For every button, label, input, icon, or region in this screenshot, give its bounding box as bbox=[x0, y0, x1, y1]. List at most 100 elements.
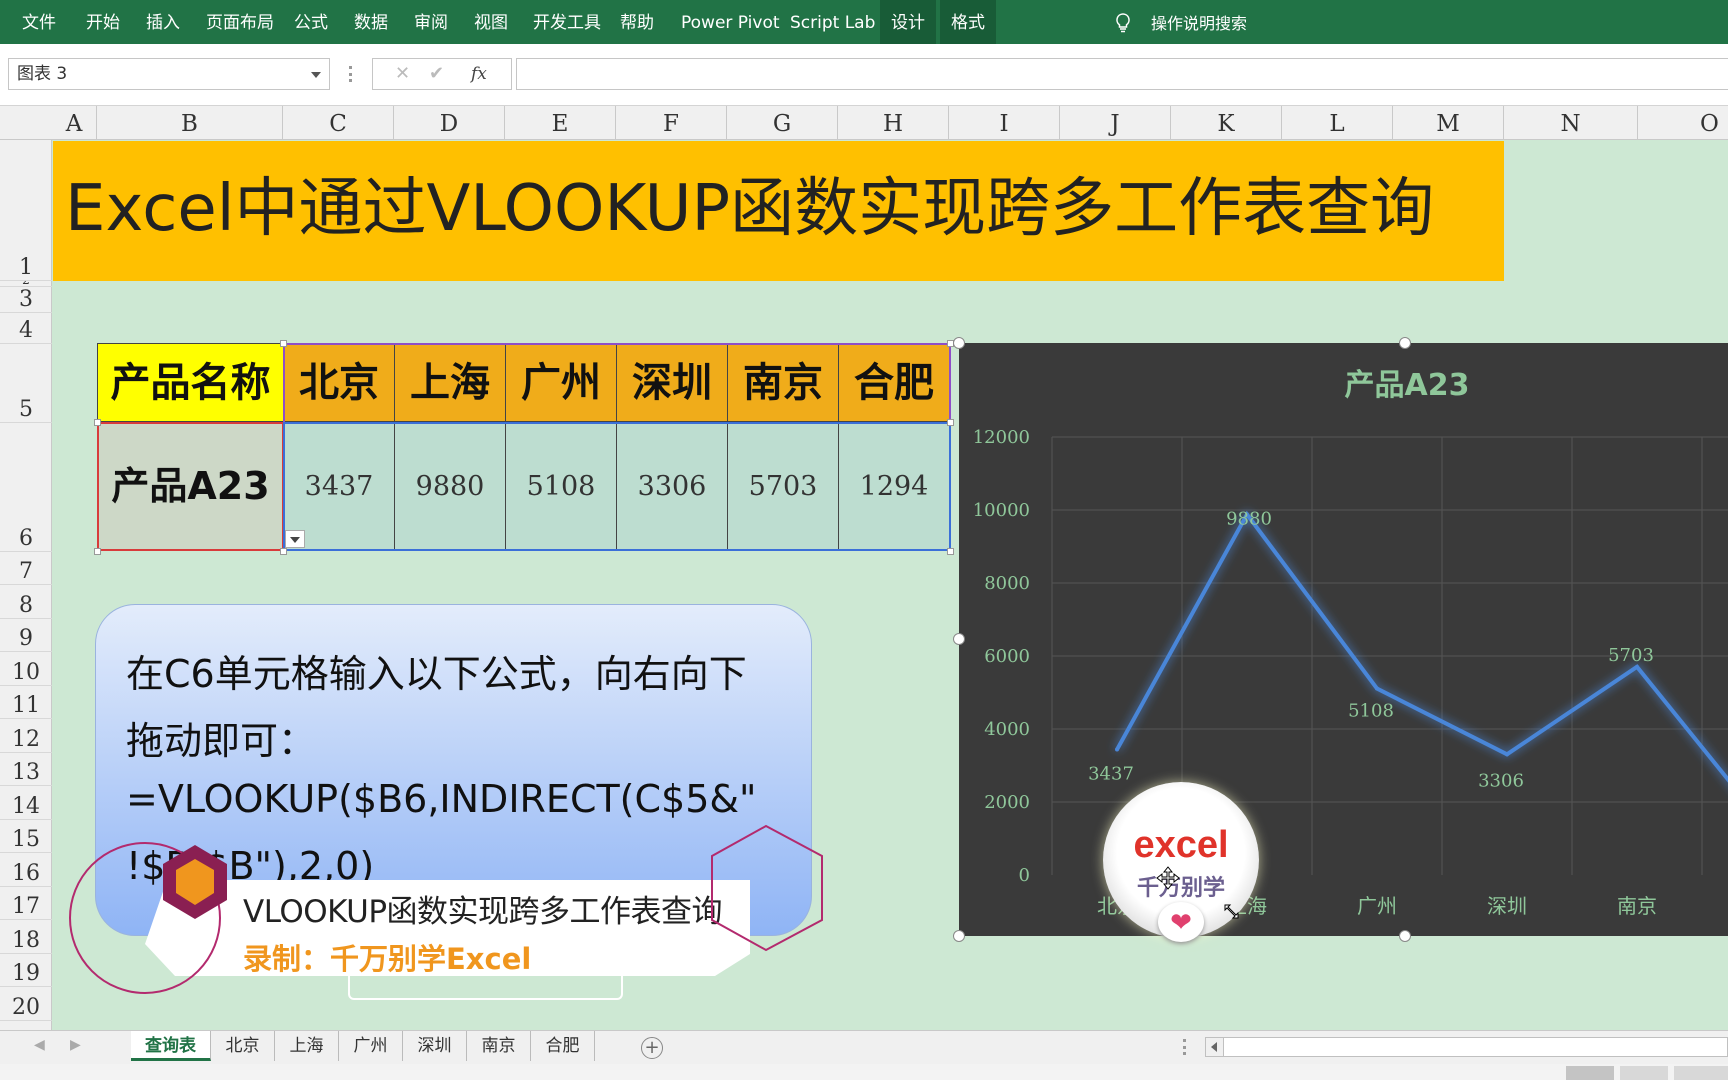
column-header-m[interactable]: M bbox=[1393, 106, 1504, 140]
insert-function-icon[interactable]: fx bbox=[471, 59, 487, 89]
row-header-11[interactable]: 11 bbox=[0, 686, 52, 719]
name-box-value: 图表 3 bbox=[17, 64, 68, 84]
formula-bar: 图表 3 ✕ ✔ fx bbox=[0, 44, 1728, 106]
sheet-tab-shenzhen[interactable]: 深圳 bbox=[403, 1031, 467, 1061]
row-header-17[interactable]: 17 bbox=[0, 887, 52, 920]
row-header-10[interactable]: 10 bbox=[0, 652, 52, 686]
tab-developer[interactable]: 开发工具 bbox=[533, 0, 601, 44]
column-header-e[interactable]: E bbox=[505, 106, 616, 140]
row-header-6[interactable]: 6 bbox=[0, 423, 52, 552]
sheet-nav-next-icon[interactable]: ▶ bbox=[70, 1037, 81, 1053]
column-header-g[interactable]: G bbox=[727, 106, 838, 140]
y-tick-label: 2000 bbox=[984, 792, 1030, 813]
sheet-tab-guangzhou[interactable]: 广州 bbox=[339, 1031, 403, 1061]
column-header-l[interactable]: L bbox=[1282, 106, 1393, 140]
chart-resize-handle[interactable] bbox=[953, 633, 965, 645]
column-header-h[interactable]: H bbox=[838, 106, 949, 140]
column-header-i[interactable]: I bbox=[949, 106, 1060, 140]
column-header-c[interactable]: C bbox=[283, 106, 394, 140]
column-header-n[interactable]: N bbox=[1504, 106, 1638, 140]
row-header-5[interactable]: 5 bbox=[0, 344, 52, 423]
chart-title: 产品A23 bbox=[1345, 368, 1470, 403]
line-chart[interactable]: 0 2000 4000 6000 8000 10000 12000 产品A23 3437 9880… bbox=[959, 343, 1728, 936]
row-header-7[interactable]: 7 bbox=[0, 552, 52, 585]
series-line bbox=[1115, 510, 1728, 783]
formula-bar-splitter[interactable] bbox=[349, 66, 352, 82]
y-tick-label: 4000 bbox=[984, 719, 1030, 740]
callout-line: 在C6单元格输入以下公式，向右向下 bbox=[126, 652, 747, 696]
row-header-4[interactable]: 4 bbox=[0, 313, 52, 344]
ribbon: 文件 开始 插入 页面布局 公式 数据 审阅 视图 开发工具 帮助 Power … bbox=[0, 0, 1728, 44]
column-header-a[interactable]: A bbox=[52, 106, 97, 140]
horizontal-scrollbar[interactable] bbox=[1205, 1037, 1728, 1057]
row-header-15[interactable]: 15 bbox=[0, 820, 52, 853]
range-handle[interactable] bbox=[947, 419, 954, 426]
sheet-nav-prev-icon[interactable]: ◀ bbox=[34, 1037, 45, 1053]
sheet-tab-beijing[interactable]: 北京 bbox=[211, 1031, 275, 1061]
row-header-1[interactable]: 1 bbox=[0, 140, 52, 281]
scroll-left-icon[interactable] bbox=[1206, 1038, 1224, 1056]
y-tick-label: 6000 bbox=[984, 646, 1030, 667]
tab-formulas[interactable]: 公式 bbox=[294, 0, 328, 44]
row-header-3[interactable]: 3 bbox=[0, 287, 52, 313]
row-header-18[interactable]: 18 bbox=[0, 920, 52, 954]
enter-icon[interactable]: ✔ bbox=[429, 59, 444, 89]
sheet-tab-shanghai[interactable]: 上海 bbox=[275, 1031, 339, 1061]
range-handle[interactable] bbox=[94, 419, 101, 426]
chevron-down-icon[interactable] bbox=[311, 72, 321, 78]
tab-split-handle[interactable] bbox=[1183, 1039, 1186, 1055]
row-headers: 1 2 3 4 5 6 7 8 9 10 11 12 13 14 15 16 1… bbox=[0, 140, 52, 1030]
tab-home[interactable]: 开始 bbox=[86, 0, 120, 44]
chart-resize-handle[interactable] bbox=[953, 337, 965, 349]
column-header-d[interactable]: D bbox=[394, 106, 505, 140]
column-header-j[interactable]: J bbox=[1060, 106, 1171, 140]
range-handle[interactable] bbox=[94, 548, 101, 555]
validation-dropdown-button[interactable] bbox=[285, 530, 305, 548]
row-header-20[interactable]: 20 bbox=[0, 987, 52, 1021]
row-header-14[interactable]: 14 bbox=[0, 786, 52, 820]
row-header-12[interactable]: 12 bbox=[0, 719, 52, 753]
formula-input[interactable] bbox=[516, 58, 1728, 90]
tab-page-layout[interactable]: 页面布局 bbox=[206, 0, 274, 44]
tab-chart-format[interactable]: 格式 bbox=[940, 0, 996, 44]
row-header-19[interactable]: 19 bbox=[0, 954, 52, 987]
row-header-13[interactable]: 13 bbox=[0, 753, 52, 786]
resize-cursor-icon bbox=[1224, 904, 1239, 919]
normal-view-button[interactable] bbox=[1566, 1066, 1614, 1080]
tab-review[interactable]: 审阅 bbox=[414, 0, 448, 44]
add-sheet-plus-icon[interactable]: + bbox=[641, 1037, 663, 1059]
row-header-8[interactable]: 8 bbox=[0, 585, 52, 619]
tab-data[interactable]: 数据 bbox=[354, 0, 388, 44]
header-cell-product-name[interactable]: 产品名称 bbox=[97, 343, 284, 422]
tab-file[interactable]: 文件 bbox=[22, 0, 56, 44]
sheet-tab-nanjing[interactable]: 南京 bbox=[467, 1031, 531, 1061]
tab-insert[interactable]: 插入 bbox=[146, 0, 180, 44]
chart-plot: 0 2000 4000 6000 8000 10000 12000 产品A23 3437 9880… bbox=[973, 368, 1728, 918]
column-header-o[interactable]: O bbox=[1638, 106, 1728, 140]
column-header-k[interactable]: K bbox=[1171, 106, 1282, 140]
title-banner-cell[interactable]: Excel中通过VLOOKUP函数实现跨多工作表查询 bbox=[53, 141, 1504, 281]
tab-power-pivot[interactable]: Power Pivot bbox=[681, 0, 780, 44]
cancel-icon[interactable]: ✕ bbox=[395, 59, 410, 89]
tab-help[interactable]: 帮助 bbox=[620, 0, 654, 44]
tab-chart-design[interactable]: 设计 bbox=[880, 0, 936, 44]
sheet-tab-query[interactable]: 查询表 bbox=[131, 1031, 211, 1061]
range-handle[interactable] bbox=[947, 548, 954, 555]
chart-resize-handle[interactable] bbox=[1399, 337, 1411, 349]
name-box[interactable]: 图表 3 bbox=[8, 58, 330, 90]
tab-view[interactable]: 视图 bbox=[474, 0, 508, 44]
chart-resize-handle[interactable] bbox=[953, 930, 965, 942]
column-header-f[interactable]: F bbox=[616, 106, 727, 140]
tab-script-lab[interactable]: Script Lab bbox=[790, 0, 875, 44]
chart-resize-handle[interactable] bbox=[1399, 930, 1411, 942]
range-handle[interactable] bbox=[280, 340, 287, 347]
row-header-16[interactable]: 16 bbox=[0, 853, 52, 887]
range-handle[interactable] bbox=[280, 548, 287, 555]
row-header-9[interactable]: 9 bbox=[0, 619, 52, 652]
page-break-view-button[interactable] bbox=[1674, 1066, 1728, 1080]
column-header-b[interactable]: B bbox=[97, 106, 283, 140]
sheet-tab-hefei[interactable]: 合肥 bbox=[531, 1031, 595, 1061]
lightbulb-icon bbox=[1116, 13, 1130, 33]
page-layout-view-button[interactable] bbox=[1620, 1066, 1668, 1080]
column-headers: A B C D E F G H I J K L M N O bbox=[0, 106, 1728, 140]
